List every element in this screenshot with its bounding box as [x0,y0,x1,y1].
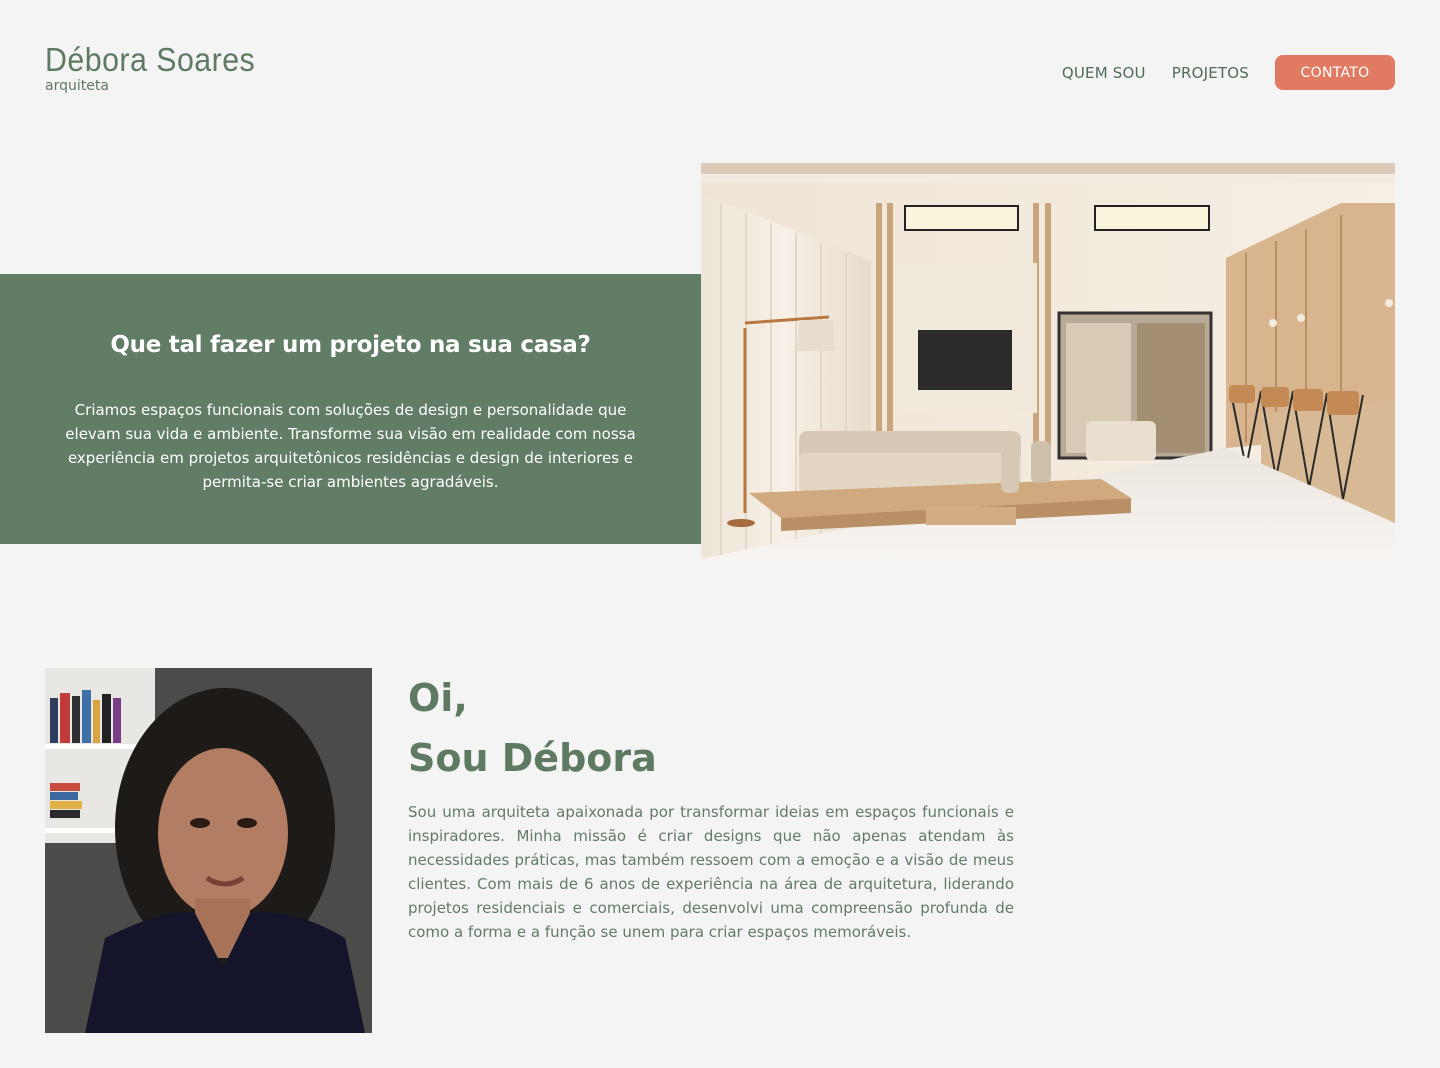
main-nav: QUEM SOU PROJETOS CONTATO [1062,55,1395,90]
nav-link-quem-sou[interactable]: QUEM SOU [1062,64,1146,82]
brand-subtitle: arquiteta [45,78,109,94]
about-greeting: Oi, [408,676,468,720]
brand-logo[interactable]: Débora Soares arquiteta [45,40,273,94]
hero-panel: Que tal fazer um projeto na sua casa? Cr… [0,274,701,544]
about-content: Oi, Sou Débora Sou uma arquiteta apaixon… [408,674,1014,944]
nav-link-projetos[interactable]: PROJETOS [1172,64,1249,82]
portrait-photo [45,668,372,1033]
hero-description: Criamos espaços funcionais com soluções … [65,401,636,491]
hero-living-room-image [701,163,1395,559]
about-description: Sou uma arquiteta apaixonada por transfo… [408,803,1014,941]
about-heading: Sou Débora [408,736,657,780]
hero-title: Que tal fazer um projeto na sua casa? [110,332,591,358]
contact-button[interactable]: CONTATO [1275,55,1395,90]
brand-name: Débora Soares [45,41,256,78]
